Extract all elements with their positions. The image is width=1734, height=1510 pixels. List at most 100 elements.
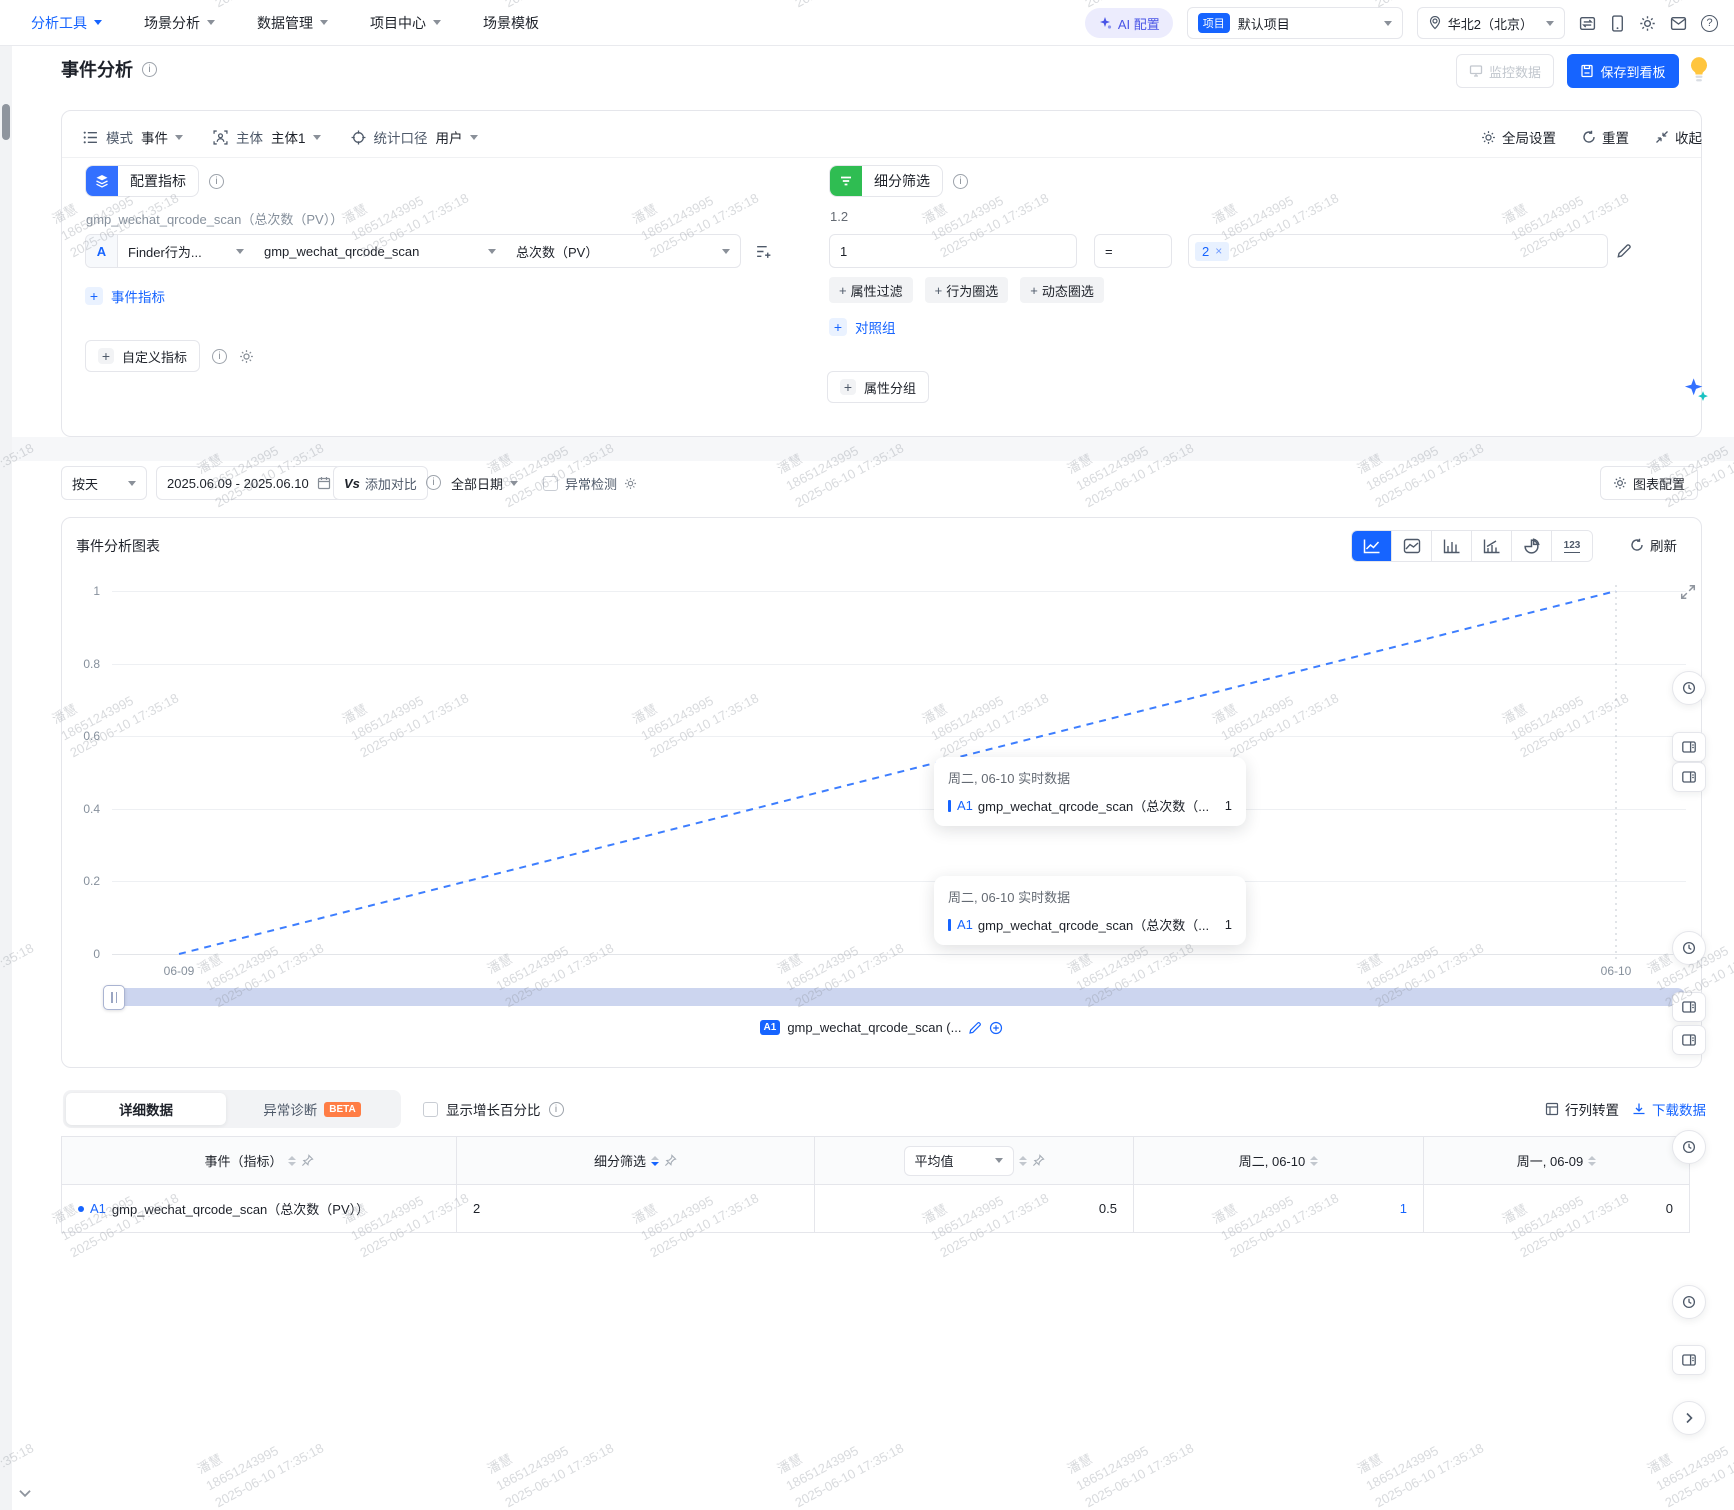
lightbulb-icon[interactable] (1688, 56, 1710, 86)
aggregation-select[interactable]: 总次数（PV） (506, 242, 740, 261)
chevron-down-icon (722, 248, 730, 254)
global-settings-button[interactable]: 全局设置 (1481, 127, 1556, 147)
project-select[interactable]: 项目 默认项目 (1186, 7, 1403, 39)
add-to-dashboard-icon[interactable] (989, 1021, 1003, 1035)
reader-card-icon (1682, 1034, 1696, 1046)
mail-icon[interactable] (1670, 16, 1687, 31)
pin-icon[interactable] (1032, 1154, 1045, 1167)
close-icon[interactable]: × (1215, 244, 1222, 258)
filter-operator-select[interactable]: = (1094, 234, 1172, 268)
anomaly-checkbox[interactable] (543, 475, 558, 491)
chevron-right-button[interactable] (1672, 1401, 1706, 1435)
download-data-button[interactable]: 下载数据 (1632, 1099, 1706, 1119)
reader-card-button[interactable] (1672, 732, 1706, 762)
chart-type-combo-button[interactable] (1472, 531, 1512, 561)
chevron-down-icon (94, 20, 102, 25)
nav-item-data-management[interactable]: 数据管理 (257, 13, 328, 33)
edit-pencil-icon[interactable] (968, 1021, 982, 1035)
add-compare-group-button[interactable]: + 对照组 (829, 317, 896, 337)
tab-detail-data[interactable]: 详细数据 (66, 1093, 226, 1125)
reset-button[interactable]: 重置 (1582, 127, 1629, 147)
monitor-data-button[interactable]: 监控数据 (1456, 54, 1554, 88)
history-clock-button[interactable] (1672, 1130, 1706, 1164)
reader-card-button[interactable] (1672, 1345, 1706, 1375)
all-dates-select[interactable]: 全部日期 (451, 466, 519, 500)
chart-type-area-button[interactable] (1392, 531, 1432, 561)
info-icon[interactable]: i (426, 475, 441, 490)
legend-label[interactable]: gmp_wechat_qrcode_scan (... (787, 1020, 961, 1035)
caliber-select[interactable]: 统计口径 用户 (351, 127, 478, 147)
behavior-type-select[interactable]: Finder行为... (118, 242, 254, 261)
mode-select[interactable]: 模式 事件 (83, 127, 183, 147)
reader-card-button[interactable] (1672, 992, 1706, 1022)
pin-icon[interactable] (301, 1154, 314, 1167)
event-name-select[interactable]: gmp_wechat_qrcode_scan (254, 244, 506, 259)
chart-type-bar-button[interactable] (1432, 531, 1472, 561)
nav-item-scene-template[interactable]: 场景模板 (483, 13, 539, 33)
nav-item-scene-analysis[interactable]: 场景分析 (144, 13, 215, 33)
chart-type-line-button[interactable] (1352, 531, 1392, 561)
granularity-select[interactable]: 按天 (61, 466, 147, 500)
add-compare-button[interactable]: Vs 添加对比 (333, 466, 428, 500)
add-attribute-group-button[interactable]: + 属性分组 (827, 371, 930, 403)
tab-anomaly-diagnosis[interactable]: 异常诊断 BETA (226, 1093, 398, 1125)
transpose-button[interactable]: 行列转置 (1545, 1099, 1619, 1119)
left-scrollbar-thumb[interactable] (2, 104, 10, 140)
history-clock-button[interactable] (1672, 1285, 1706, 1319)
pin-icon[interactable] (664, 1154, 677, 1167)
chart-config-button[interactable]: 图表配置 (1600, 466, 1699, 500)
chart-type-table-button[interactable]: 123 (1552, 531, 1592, 561)
info-icon[interactable]: i (953, 173, 968, 189)
help-icon[interactable]: ? (1701, 14, 1718, 32)
sort-icon[interactable] (1310, 1155, 1319, 1166)
console-switch-icon[interactable] (1579, 15, 1596, 32)
history-clock-button[interactable] (1672, 671, 1706, 705)
scroll-down-chevron-icon[interactable] (16, 1484, 34, 1502)
info-icon[interactable]: i (142, 61, 157, 77)
nav-item-analysis-tools[interactable]: 分析工具 (31, 13, 102, 33)
collapse-icon (1656, 131, 1668, 143)
ai-assistant-sparkle-icon[interactable] (1682, 376, 1710, 404)
gear-icon[interactable] (1639, 15, 1656, 32)
region-select[interactable]: 华北2（北京） (1416, 7, 1565, 39)
filter-value-field[interactable]: 2 × (1188, 234, 1608, 268)
add-property-filter-chip[interactable]: + 属性过滤 (829, 277, 913, 303)
ai-config-button[interactable]: AI 配置 (1084, 8, 1173, 38)
save-to-dashboard-button[interactable]: 保存到看板 (1567, 54, 1679, 88)
info-icon[interactable]: i (212, 348, 228, 364)
nav-item-project-center[interactable]: 项目中心 (370, 13, 441, 33)
expand-icon[interactable] (1680, 584, 1696, 600)
date-range-picker[interactable]: 2025.06.09 - 2025.06.10 (156, 466, 342, 500)
sort-icon[interactable] (287, 1155, 296, 1166)
history-clock-button[interactable] (1672, 931, 1706, 965)
edit-pencil-icon[interactable] (1616, 243, 1632, 259)
subject-select[interactable]: 主体 主体1 (213, 127, 321, 147)
add-dynamic-select-chip[interactable]: + 动态圈选 (1020, 277, 1104, 303)
growth-checkbox[interactable] (423, 1101, 438, 1117)
chart-datazoom-track[interactable] (110, 988, 1686, 1006)
reader-card-button[interactable] (1672, 1025, 1706, 1055)
chart-datazoom-handle[interactable] (103, 985, 125, 1010)
aggregate-mode-select[interactable]: 平均值 (903, 1145, 1014, 1176)
filter-field-input[interactable]: 1 (829, 234, 1077, 268)
gear-icon[interactable] (239, 349, 254, 364)
collapse-button[interactable]: 收起 (1655, 127, 1702, 147)
gear-icon[interactable] (624, 477, 637, 490)
add-custom-metric-button[interactable]: + 自定义指标 (85, 340, 201, 372)
add-filter-to-metric-icon[interactable] (755, 243, 772, 260)
cell-segment-value: 2 (456, 1184, 815, 1233)
add-behavior-select-chip[interactable]: + 行为圈选 (924, 277, 1009, 303)
sort-icon[interactable] (1018, 1155, 1027, 1166)
mobile-icon[interactable] (1610, 14, 1625, 32)
chart-type-pie-button[interactable] (1512, 531, 1552, 561)
history-clock-icon (1682, 1295, 1696, 1309)
legend-series-badge[interactable]: A1 (759, 1020, 781, 1035)
info-icon[interactable]: i (209, 173, 224, 189)
add-event-metric-button[interactable]: + 事件指标 (85, 286, 165, 306)
reader-card-button[interactable] (1672, 762, 1706, 792)
info-icon[interactable]: i (548, 1101, 564, 1117)
sort-icon[interactable] (651, 1155, 659, 1166)
filter-value-tag[interactable]: 2 × (1195, 241, 1230, 261)
refresh-chart-button[interactable]: 刷新 (1630, 532, 1677, 558)
sort-icon[interactable] (1588, 1155, 1597, 1166)
